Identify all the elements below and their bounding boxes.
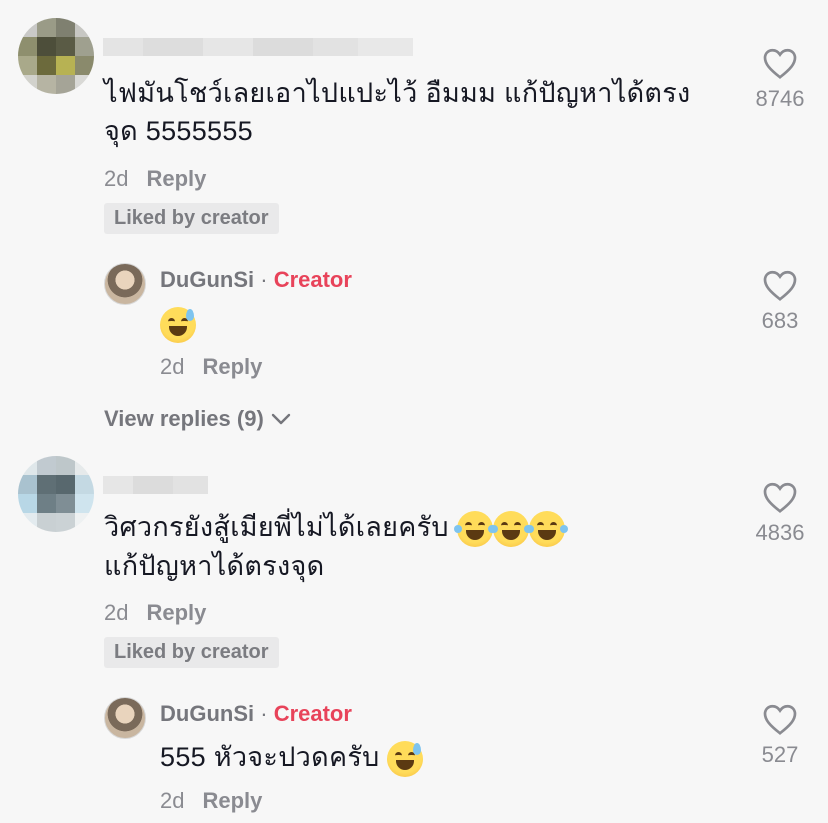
comment-time: 2d	[104, 166, 129, 191]
like-button[interactable]: 8746	[745, 46, 815, 112]
like-count: 683	[761, 308, 799, 333]
creator-badge: Creator	[273, 267, 352, 292]
reply-like-button[interactable]: 683	[745, 268, 815, 334]
heart-outline-icon[interactable]	[762, 46, 798, 80]
reply-avatar[interactable]	[104, 263, 146, 305]
reply-avatar[interactable]	[104, 697, 146, 739]
like-count: 4836	[755, 520, 805, 545]
comment-time: 2d	[104, 600, 129, 625]
reply-author[interactable]: DuGunSi · Creator	[160, 701, 352, 727]
tears-of-joy-emoji	[453, 510, 496, 547]
like-button[interactable]: 4836	[745, 480, 815, 546]
like-count: 527	[761, 742, 799, 767]
heart-outline-icon[interactable]	[762, 702, 798, 736]
reply-author[interactable]: DuGunSi · Creator	[160, 267, 352, 293]
reply-button[interactable]: Reply	[202, 788, 262, 814]
reply-text	[160, 304, 196, 343]
reply-button[interactable]: Reply	[202, 354, 262, 380]
commenter-avatar-2[interactable]	[18, 456, 94, 532]
comment-text-1: ไฟมันโชว์เลยเอาไปแปะไว้ อืมมม แก้ปัญหาได…	[104, 78, 691, 146]
grinning-sweat-emoji	[160, 306, 196, 343]
view-replies-button[interactable]: View replies (9)	[104, 406, 292, 432]
reply-like-button[interactable]: 527	[745, 702, 815, 768]
reply-button[interactable]: Reply	[146, 600, 206, 626]
heart-outline-icon[interactable]	[762, 268, 798, 302]
reply-meta: 2d Reply	[160, 354, 262, 380]
comment-meta-1: 2d Reply	[104, 166, 206, 192]
like-count: 8746	[755, 86, 805, 111]
heart-outline-icon[interactable]	[762, 480, 798, 514]
reply-text: 555 หัวจะปวดครับ	[160, 738, 424, 777]
commenter-avatar-1[interactable]	[18, 18, 94, 94]
commenter-name-blurred-2[interactable]	[103, 476, 208, 494]
reply-time: 2d	[160, 354, 185, 379]
commenter-name-blurred-1[interactable]	[103, 38, 413, 56]
chevron-down-icon	[271, 413, 290, 425]
comment-meta-2: 2d Reply	[104, 600, 206, 626]
tears-of-joy-emoji	[525, 510, 568, 547]
liked-by-creator-badge: Liked by creator	[104, 637, 279, 668]
creator-badge: Creator	[273, 701, 352, 726]
tears-of-joy-emoji	[489, 510, 532, 547]
comment-text-2: วิศวกรยังสู้เมียพี่ไม่ได้เลยครับ แก้ปัญห…	[104, 508, 724, 585]
reply-meta: 2d Reply	[160, 788, 262, 814]
liked-by-creator-badge: Liked by creator	[104, 203, 279, 234]
reply-button[interactable]: Reply	[146, 166, 206, 192]
reply-time: 2d	[160, 788, 185, 813]
grinning-sweat-emoji	[387, 740, 424, 777]
